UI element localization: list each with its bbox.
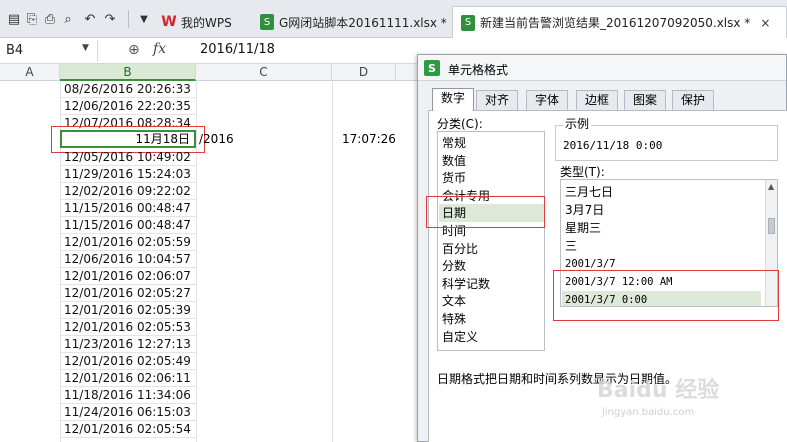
tab-number[interactable]: 数字 [432,88,475,111]
type-item[interactable]: 三月七日 [565,183,761,201]
column-header-a[interactable]: A [0,64,60,81]
cell-overflow-text: /2016 [199,132,234,146]
cell-b[interactable]: 12/01/2016 02:05:39 [60,302,196,319]
column-header-b[interactable]: B [60,64,196,81]
sample-label: 示例 [563,115,592,132]
category-item[interactable]: 科学记数 [442,275,542,293]
print-icon[interactable]: ⎙ [40,9,60,29]
highlight-box [553,270,779,321]
tab-my-wps[interactable]: W 我的WPS [154,6,250,38]
redo-icon[interactable]: ↷ [100,9,120,29]
zoom-icon[interactable]: ⊕ [128,42,140,58]
baidu-watermark: Baidu 经验 [597,378,720,403]
cell-b[interactable]: 12/06/2016 10:04:57 [60,251,196,268]
watermark-url: jingyan.baidu.com [602,407,695,418]
highlight-box [426,196,545,228]
cell-b[interactable]: 11/18/2016 11:34:06 [60,387,196,404]
cell-b[interactable]: 12/01/2016 02:05:53 [60,319,196,336]
print-preview-icon[interactable]: ⌕ [58,9,78,29]
tab-protection[interactable]: 保护 [672,90,715,111]
toolbar-separator [128,10,129,28]
type-item[interactable]: 星期三 [565,219,761,237]
category-list[interactable]: 常规 数值 货币 会计专用 日期 时间 百分比 分数 科学记数 文本 特殊 自定义 [437,131,545,351]
scroll-thumb[interactable] [768,218,775,234]
cell-b[interactable]: 11/15/2016 00:48:47 [60,200,196,217]
column-header-d[interactable]: D [332,64,396,81]
cell-b[interactable]: 11/23/2016 12:27:13 [60,336,196,353]
category-item[interactable]: 分数 [442,257,542,275]
column-header-c[interactable]: C [196,64,332,81]
type-label: 类型(T): [560,165,605,179]
tab-document-1[interactable]: S G网闭站脚本20161111.xlsx * × [252,6,450,38]
tab-font[interactable]: 字体 [526,90,569,111]
cell-b[interactable]: 12/01/2016 02:05:54 [60,421,196,438]
cell-b[interactable]: 12/01/2016 02:05:27 [60,285,196,302]
cell-b[interactable]: 12/01/2016 02:05:49 [60,353,196,370]
cell-b[interactable]: 12/02/2016 09:22:02 [60,183,196,200]
tab-alignment[interactable]: 对齐 [476,90,519,111]
cell-b[interactable]: 12/01/2016 02:05:59 [60,234,196,251]
category-item[interactable]: 数值 [442,152,542,170]
export-pdf-icon[interactable]: ⎘ [22,9,42,29]
cell-b[interactable]: 08/26/2016 20:26:33 [60,81,196,98]
cell-b[interactable]: 11/24/2016 06:15:03 [60,404,196,421]
toolbar: ▤ ⎘ ⎙ ⌕ ↶ ↷ ▼ W 我的WPS S G网闭站脚本20161111.x… [0,0,787,38]
category-item[interactable]: 自定义 [442,328,542,346]
wps-logo-icon: W [161,14,177,30]
spreadsheet-icon: S [461,14,475,31]
category-item[interactable]: 常规 [442,134,542,152]
sample-value: 2016/11/18 0:00 [563,139,663,152]
gridline [332,81,333,442]
category-item[interactable]: 百分比 [442,240,542,258]
tab-pattern[interactable]: 图案 [624,90,667,111]
spreadsheet-icon: S [260,14,274,30]
save-icon[interactable]: ▤ [4,9,24,29]
category-item[interactable]: 特殊 [442,310,542,328]
cell-b[interactable]: 11/29/2016 15:24:03 [60,166,196,183]
undo-icon[interactable]: ↶ [80,9,100,29]
category-label: 分类(C): [437,117,483,131]
category-item[interactable]: 文本 [442,292,542,310]
cell-b[interactable]: 12/06/2016 22:20:35 [60,98,196,115]
function-icon[interactable]: fx [153,41,166,57]
dialog-title: 单元格格式 [448,63,509,77]
type-item[interactable]: 3月7日 [565,201,761,219]
cell-b[interactable]: 12/05/2016 10:49:02 [60,149,196,166]
type-item[interactable]: 三 [565,237,761,255]
tab-document-2[interactable]: S 新建当前告警浏览结果_20161207092050.xlsx * × [452,6,787,38]
chevron-down-icon[interactable]: ▼ [82,43,89,53]
category-item[interactable]: 货币 [442,169,542,187]
cell-b[interactable]: 11/15/2016 00:48:47 [60,217,196,234]
toolbar-dropdown-icon[interactable]: ▼ [134,9,154,29]
wps-sheet-icon: S [424,60,440,76]
tab-label: 新建当前告警浏览结果_20161207092050.xlsx * [480,16,751,30]
dialog-title-bar[interactable]: S 单元格格式 [418,55,786,81]
tab-border[interactable]: 边框 [576,90,619,111]
scroll-up-icon[interactable]: ▲ [768,182,774,191]
tab-label: G网闭站脚本20161111.xlsx * [279,15,447,30]
close-icon[interactable]: × [760,16,770,30]
formula-input[interactable]: 2016/11/18 [200,42,275,57]
tab-label: 我的WPS [181,15,232,30]
cell-b[interactable]: 12/01/2016 02:06:11 [60,370,196,387]
cell-b[interactable]: 12/01/2016 02:06:07 [60,268,196,285]
cell-d4[interactable]: 17:07:26 [342,132,396,146]
